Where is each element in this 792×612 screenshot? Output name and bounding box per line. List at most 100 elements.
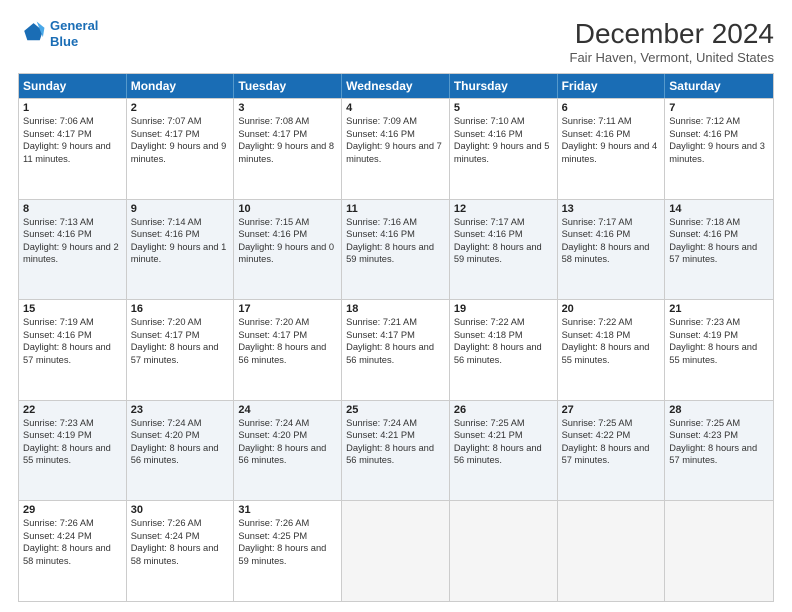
day-number: 23 xyxy=(131,404,230,416)
sunset-text: Sunset: 4:16 PM xyxy=(131,228,230,241)
daylight-text: Daylight: 8 hours and 57 minutes. xyxy=(669,442,769,467)
day-number: 20 xyxy=(562,303,661,315)
daylight-text: Daylight: 9 hours and 3 minutes. xyxy=(669,140,769,165)
logo-line2: Blue xyxy=(50,34,78,49)
sunset-text: Sunset: 4:20 PM xyxy=(238,429,337,442)
day-number: 25 xyxy=(346,404,445,416)
sunset-text: Sunset: 4:18 PM xyxy=(562,329,661,342)
sunset-text: Sunset: 4:17 PM xyxy=(131,329,230,342)
cal-cell: 19 Sunrise: 7:22 AM Sunset: 4:18 PM Dayl… xyxy=(450,300,558,400)
sunrise-text: Sunrise: 7:22 AM xyxy=(562,316,661,329)
daylight-text: Daylight: 8 hours and 56 minutes. xyxy=(346,341,445,366)
header-wednesday: Wednesday xyxy=(342,74,450,98)
sunset-text: Sunset: 4:16 PM xyxy=(23,329,122,342)
daylight-text: Daylight: 8 hours and 56 minutes. xyxy=(238,341,337,366)
sunrise-text: Sunrise: 7:06 AM xyxy=(23,115,122,128)
day-number: 1 xyxy=(23,102,122,114)
daylight-text: Daylight: 8 hours and 57 minutes. xyxy=(669,241,769,266)
cal-cell: 11 Sunrise: 7:16 AM Sunset: 4:16 PM Dayl… xyxy=(342,200,450,300)
cal-cell xyxy=(342,501,450,601)
sunrise-text: Sunrise: 7:24 AM xyxy=(346,417,445,430)
cal-cell: 9 Sunrise: 7:14 AM Sunset: 4:16 PM Dayli… xyxy=(127,200,235,300)
daylight-text: Daylight: 8 hours and 56 minutes. xyxy=(238,442,337,467)
cal-cell: 31 Sunrise: 7:26 AM Sunset: 4:25 PM Dayl… xyxy=(234,501,342,601)
cal-cell: 4 Sunrise: 7:09 AM Sunset: 4:16 PM Dayli… xyxy=(342,99,450,199)
daylight-text: Daylight: 8 hours and 56 minutes. xyxy=(454,442,553,467)
sunrise-text: Sunrise: 7:18 AM xyxy=(669,216,769,229)
sunrise-text: Sunrise: 7:22 AM xyxy=(454,316,553,329)
cal-week-1: 1 Sunrise: 7:06 AM Sunset: 4:17 PM Dayli… xyxy=(19,98,773,199)
cal-cell: 12 Sunrise: 7:17 AM Sunset: 4:16 PM Dayl… xyxy=(450,200,558,300)
cal-week-3: 15 Sunrise: 7:19 AM Sunset: 4:16 PM Dayl… xyxy=(19,299,773,400)
sunrise-text: Sunrise: 7:24 AM xyxy=(131,417,230,430)
cal-cell: 8 Sunrise: 7:13 AM Sunset: 4:16 PM Dayli… xyxy=(19,200,127,300)
daylight-text: Daylight: 8 hours and 58 minutes. xyxy=(562,241,661,266)
sunrise-text: Sunrise: 7:17 AM xyxy=(454,216,553,229)
header: General Blue December 2024 Fair Haven, V… xyxy=(18,18,774,65)
daylight-text: Daylight: 8 hours and 58 minutes. xyxy=(131,542,230,567)
sunrise-text: Sunrise: 7:12 AM xyxy=(669,115,769,128)
day-number: 17 xyxy=(238,303,337,315)
cal-cell xyxy=(450,501,558,601)
header-monday: Monday xyxy=(127,74,235,98)
sunset-text: Sunset: 4:16 PM xyxy=(562,128,661,141)
sunrise-text: Sunrise: 7:25 AM xyxy=(454,417,553,430)
daylight-text: Daylight: 8 hours and 56 minutes. xyxy=(131,442,230,467)
cal-cell: 25 Sunrise: 7:24 AM Sunset: 4:21 PM Dayl… xyxy=(342,401,450,501)
cal-cell: 13 Sunrise: 7:17 AM Sunset: 4:16 PM Dayl… xyxy=(558,200,666,300)
day-number: 15 xyxy=(23,303,122,315)
day-number: 28 xyxy=(669,404,769,416)
day-number: 8 xyxy=(23,203,122,215)
daylight-text: Daylight: 8 hours and 57 minutes. xyxy=(562,442,661,467)
sunrise-text: Sunrise: 7:21 AM xyxy=(346,316,445,329)
sunset-text: Sunset: 4:16 PM xyxy=(346,228,445,241)
sunset-text: Sunset: 4:19 PM xyxy=(669,329,769,342)
sunset-text: Sunset: 4:16 PM xyxy=(669,228,769,241)
sunrise-text: Sunrise: 7:25 AM xyxy=(669,417,769,430)
header-sunday: Sunday xyxy=(19,74,127,98)
daylight-text: Daylight: 8 hours and 57 minutes. xyxy=(131,341,230,366)
sunset-text: Sunset: 4:17 PM xyxy=(238,128,337,141)
cal-cell: 14 Sunrise: 7:18 AM Sunset: 4:16 PM Dayl… xyxy=(665,200,773,300)
sunset-text: Sunset: 4:17 PM xyxy=(23,128,122,141)
cal-cell: 24 Sunrise: 7:24 AM Sunset: 4:20 PM Dayl… xyxy=(234,401,342,501)
cal-cell: 5 Sunrise: 7:10 AM Sunset: 4:16 PM Dayli… xyxy=(450,99,558,199)
day-number: 26 xyxy=(454,404,553,416)
header-thursday: Thursday xyxy=(450,74,558,98)
page: General Blue December 2024 Fair Haven, V… xyxy=(0,0,792,612)
cal-cell: 10 Sunrise: 7:15 AM Sunset: 4:16 PM Dayl… xyxy=(234,200,342,300)
day-number: 29 xyxy=(23,504,122,516)
sunrise-text: Sunrise: 7:13 AM xyxy=(23,216,122,229)
cal-cell xyxy=(558,501,666,601)
sunrise-text: Sunrise: 7:24 AM xyxy=(238,417,337,430)
cal-cell: 20 Sunrise: 7:22 AM Sunset: 4:18 PM Dayl… xyxy=(558,300,666,400)
day-number: 21 xyxy=(669,303,769,315)
header-tuesday: Tuesday xyxy=(234,74,342,98)
sunset-text: Sunset: 4:16 PM xyxy=(454,128,553,141)
day-number: 10 xyxy=(238,203,337,215)
daylight-text: Daylight: 9 hours and 5 minutes. xyxy=(454,140,553,165)
daylight-text: Daylight: 9 hours and 1 minute. xyxy=(131,241,230,266)
sunrise-text: Sunrise: 7:26 AM xyxy=(23,517,122,530)
sunrise-text: Sunrise: 7:07 AM xyxy=(131,115,230,128)
day-number: 31 xyxy=(238,504,337,516)
daylight-text: Daylight: 8 hours and 59 minutes. xyxy=(454,241,553,266)
daylight-text: Daylight: 8 hours and 56 minutes. xyxy=(346,442,445,467)
daylight-text: Daylight: 8 hours and 55 minutes. xyxy=(669,341,769,366)
sunrise-text: Sunrise: 7:14 AM xyxy=(131,216,230,229)
header-friday: Friday xyxy=(558,74,666,98)
cal-cell: 29 Sunrise: 7:26 AM Sunset: 4:24 PM Dayl… xyxy=(19,501,127,601)
calendar: Sunday Monday Tuesday Wednesday Thursday… xyxy=(18,73,774,602)
sunrise-text: Sunrise: 7:23 AM xyxy=(23,417,122,430)
daylight-text: Daylight: 8 hours and 59 minutes. xyxy=(238,542,337,567)
daylight-text: Daylight: 9 hours and 2 minutes. xyxy=(23,241,122,266)
cal-cell: 2 Sunrise: 7:07 AM Sunset: 4:17 PM Dayli… xyxy=(127,99,235,199)
day-number: 24 xyxy=(238,404,337,416)
sunrise-text: Sunrise: 7:26 AM xyxy=(238,517,337,530)
sunset-text: Sunset: 4:16 PM xyxy=(562,228,661,241)
cal-cell: 22 Sunrise: 7:23 AM Sunset: 4:19 PM Dayl… xyxy=(19,401,127,501)
day-number: 27 xyxy=(562,404,661,416)
header-saturday: Saturday xyxy=(665,74,773,98)
sunset-text: Sunset: 4:20 PM xyxy=(131,429,230,442)
logo-line1: General xyxy=(50,18,98,33)
